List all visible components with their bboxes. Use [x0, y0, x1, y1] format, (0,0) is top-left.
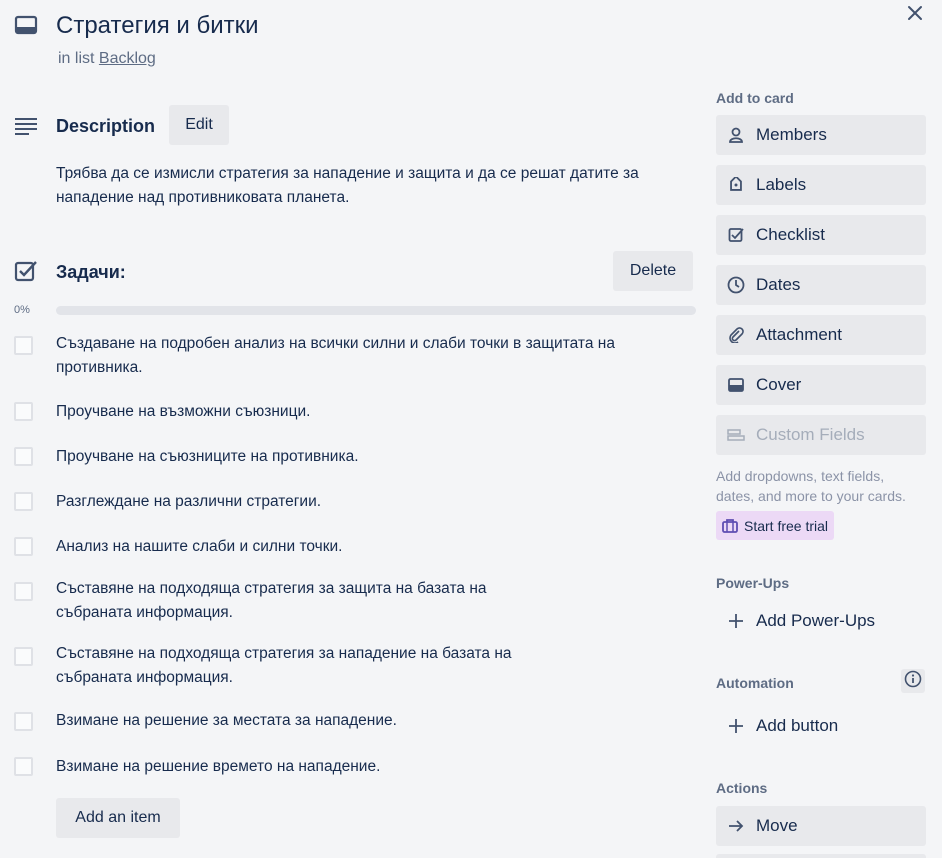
- checklist-item-checkbox[interactable]: [14, 336, 33, 355]
- checklist-item-text[interactable]: Взимане на решение времето на нападение.: [56, 755, 616, 779]
- close-icon: [907, 5, 923, 26]
- cover-button[interactable]: Cover: [716, 365, 926, 405]
- checklist-item-text[interactable]: Съставяне на подходяща стратегия за напа…: [56, 642, 576, 690]
- checklist-item-checkbox[interactable]: [14, 712, 33, 731]
- custom-fields-label: Custom Fields: [756, 425, 865, 444]
- paperclip-icon: [726, 327, 746, 343]
- actions-heading: Actions: [716, 780, 768, 796]
- custom-fields-icon: [726, 429, 746, 441]
- in-list-prefix: in list: [58, 50, 95, 67]
- checklist-item-text[interactable]: Проучване на възможни съюзници.: [56, 400, 616, 424]
- checklist-item-text[interactable]: Разглеждане на различни стратегии.: [56, 490, 616, 514]
- arrow-right-icon: [726, 818, 746, 834]
- clock-icon: [726, 276, 746, 294]
- close-button[interactable]: [900, 2, 930, 28]
- plus-icon: [726, 613, 746, 629]
- power-ups-heading: Power-Ups: [716, 575, 790, 591]
- description-text[interactable]: Трябва да се измисли стратегия за нападе…: [56, 162, 701, 210]
- card-icon: [14, 14, 38, 36]
- checklist-title[interactable]: Задачи:: [56, 262, 126, 283]
- plus-icon: [726, 718, 746, 734]
- description-heading: Description: [56, 116, 156, 136]
- checklist-item-text[interactable]: Взимане на решение за местата за нападен…: [56, 709, 616, 733]
- add-automation-button[interactable]: Add button: [716, 706, 926, 746]
- cover-label: Cover: [756, 375, 802, 394]
- checkbox-icon: [726, 227, 746, 243]
- card-title[interactable]: Стратегия и битки: [56, 12, 259, 40]
- add-item-button[interactable]: Add an item: [56, 798, 180, 838]
- briefcase-icon: [722, 518, 738, 533]
- checklist-label: Checklist: [756, 225, 825, 244]
- checklist-item-checkbox[interactable]: [14, 447, 33, 466]
- labels-label: Labels: [756, 175, 807, 194]
- custom-fields-button[interactable]: Custom Fields: [716, 415, 926, 455]
- checklist-icon: [14, 260, 38, 282]
- progress-bar: [56, 306, 696, 315]
- checklist-item-checkbox[interactable]: [14, 757, 33, 776]
- members-button[interactable]: Members: [716, 115, 926, 155]
- delete-checklist-button[interactable]: Delete: [613, 251, 693, 291]
- checklist-item-text[interactable]: Създаване на подробен анализ на всички с…: [56, 332, 616, 380]
- checklist-item-checkbox[interactable]: [14, 647, 33, 666]
- dates-label: Dates: [756, 275, 801, 294]
- list-link[interactable]: Backlog: [99, 50, 156, 67]
- add-to-card-heading: Add to card: [716, 90, 794, 106]
- add-button-label: Add button: [756, 716, 839, 735]
- labels-button[interactable]: Labels: [716, 165, 926, 205]
- move-button[interactable]: Move: [716, 806, 926, 846]
- automation-info-button[interactable]: [901, 669, 925, 693]
- checklist-item-checkbox[interactable]: [14, 537, 33, 556]
- next-action-button-edge[interactable]: [716, 854, 926, 858]
- start-free-trial-label: Start free trial: [744, 517, 829, 534]
- checklist-item-text[interactable]: Съставяне на подходяща стратегия за защи…: [56, 577, 556, 625]
- checklist-item-text[interactable]: Анализ на нашите слаби и силни точки.: [56, 535, 616, 559]
- checklist-item-checkbox[interactable]: [14, 492, 33, 511]
- checklist-item-checkbox[interactable]: [14, 582, 33, 601]
- attachment-button[interactable]: Attachment: [716, 315, 926, 355]
- dates-button[interactable]: Dates: [716, 265, 926, 305]
- move-label: Move: [756, 816, 798, 835]
- automation-heading: Automation: [716, 675, 794, 691]
- custom-fields-hint: Add dropdowns, text fields, dates, and m…: [716, 468, 906, 504]
- add-power-ups-button[interactable]: Add Power-Ups: [716, 601, 926, 641]
- checklist-item-text[interactable]: Проучване на съюзниците на противника.: [56, 445, 616, 469]
- members-label: Members: [756, 125, 827, 144]
- person-icon: [726, 127, 746, 143]
- add-power-ups-label: Add Power-Ups: [756, 611, 876, 630]
- attachment-label: Attachment: [756, 325, 842, 344]
- description-icon: [14, 116, 38, 136]
- progress-percent: 0%: [14, 304, 30, 316]
- list-location: in list Backlog: [58, 50, 156, 68]
- info-icon: [904, 670, 922, 693]
- edit-description-button[interactable]: Edit: [169, 105, 229, 145]
- checklist-item-checkbox[interactable]: [14, 402, 33, 421]
- start-free-trial-button[interactable]: Start free trial: [716, 511, 835, 540]
- cover-icon: [726, 378, 746, 392]
- tag-icon: [726, 177, 746, 193]
- checklist-button[interactable]: Checklist: [716, 215, 926, 255]
